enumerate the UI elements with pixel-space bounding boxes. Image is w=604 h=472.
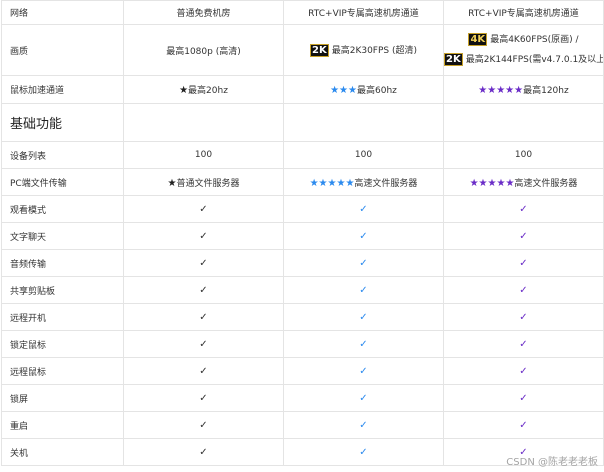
check-icon: ✓: [519, 365, 528, 377]
header-free-room: 普通免费机房: [123, 0, 284, 25]
check-icon: ✓: [359, 392, 368, 404]
check-icon: ✓: [359, 419, 368, 431]
check-icon: ✓: [359, 338, 368, 350]
star-icon: ★★★★★: [309, 177, 355, 189]
header-row: 网络 普通免费机房 RTC+VIP专属高速机房通道 RTC+VIP专属高速机房通…: [1, 0, 604, 25]
feature-label: 音频传输: [1, 249, 124, 277]
star-icon: ★★★★★: [478, 85, 524, 96]
4k-badge-icon: 4K: [468, 33, 488, 46]
feature-row: 文字聊天 ✓ ✓ ✓: [1, 222, 604, 250]
feature-label: 观看模式: [1, 195, 124, 223]
quality-vip-2: 4K 最高4K60FPS(原画) / 2K 最高2K144FPS(需v4.7.0.1…: [443, 24, 604, 76]
device-list-vip-1: 100: [283, 141, 444, 169]
star-icon: ★: [179, 85, 189, 96]
feature-row: 远程开机 ✓ ✓ ✓: [1, 303, 604, 331]
feature-label: 锁屏: [1, 384, 124, 412]
device-list-free: 100: [123, 141, 284, 169]
quality-free: 最高1080p (高清): [123, 24, 284, 76]
mouse-speed-row: 鼠标加速通道 ★最高20hz ★★★最高60hz ★★★★★最高120hz: [1, 75, 604, 104]
check-icon: ✓: [359, 365, 368, 377]
check-icon: ✓: [199, 284, 208, 296]
feature-label: 远程鼠标: [1, 357, 124, 385]
mouse-speed-vip-1: ★★★最高60hz: [283, 75, 444, 104]
check-icon: ✓: [519, 392, 528, 404]
2k-badge-icon: 2K: [310, 44, 329, 57]
mouse-speed-free: ★最高20hz: [123, 75, 284, 104]
file-transfer-vip-2: ★★★★★高速文件服务器: [443, 168, 604, 196]
feature-row: 远程鼠标 ✓ ✓ ✓: [1, 357, 604, 385]
check-icon: ✓: [519, 338, 528, 350]
star-icon: ★★★★★: [469, 177, 515, 189]
feature-row: 重启 ✓ ✓ ✓: [1, 411, 604, 439]
check-icon: ✓: [359, 284, 368, 296]
device-list-row: 设备列表 100 100 100: [1, 141, 604, 169]
feature-label: 重启: [1, 411, 124, 439]
feature-row: 音频传输 ✓ ✓ ✓: [1, 249, 604, 277]
mouse-speed-vip-2-text: 最高120hz: [523, 86, 569, 96]
quality-vip-2-line1: 最高4K60FPS(原画) /: [490, 35, 579, 45]
mouse-speed-label: 鼠标加速通道: [1, 75, 124, 104]
check-icon: ✓: [359, 311, 368, 323]
check-icon: ✓: [359, 257, 368, 269]
device-list-vip-2: 100: [443, 141, 604, 169]
feature-row: 共享剪贴板 ✓ ✓ ✓: [1, 276, 604, 304]
check-icon: ✓: [519, 419, 528, 431]
feature-comparison-table: 网络 普通免费机房 RTC+VIP专属高速机房通道 RTC+VIP专属高速机房通…: [1, 0, 604, 466]
check-icon: ✓: [519, 230, 528, 242]
quality-row: 画质 最高1080p (高清) 2K 最高2K30FPS (超清) 4K 最高4K6…: [1, 24, 604, 76]
check-icon: ✓: [359, 446, 368, 458]
device-list-label: 设备列表: [1, 141, 124, 169]
feature-label: 共享剪贴板: [1, 276, 124, 304]
feature-label: 远程开机: [1, 303, 124, 331]
check-icon: ✓: [359, 203, 368, 215]
quality-vip-1: 2K 最高2K30FPS (超清): [283, 24, 444, 76]
header-network-label: 网络: [1, 0, 124, 25]
2k-badge-icon: 2K: [444, 53, 463, 66]
header-vip-room-1: RTC+VIP专属高速机房通道: [283, 0, 444, 25]
feature-row: 观看模式 ✓ ✓ ✓: [1, 195, 604, 223]
check-icon: ✓: [199, 392, 208, 404]
file-transfer-row: PC端文件传输 ★普通文件服务器 ★★★★★高速文件服务器 ★★★★★高速文件服…: [1, 168, 604, 196]
feature-label: 锁定鼠标: [1, 330, 124, 358]
mouse-speed-vip-2: ★★★★★最高120hz: [443, 75, 604, 104]
csdn-watermark: CSDN @陈老老老板: [506, 457, 598, 468]
check-icon: ✓: [519, 284, 528, 296]
check-icon: ✓: [199, 338, 208, 350]
quality-label: 画质: [1, 24, 124, 76]
file-transfer-vip-1: ★★★★★高速文件服务器: [283, 168, 444, 196]
file-transfer-free-text: 普通文件服务器: [176, 178, 240, 189]
section-basic-features: 基础功能: [1, 103, 604, 142]
file-transfer-label: PC端文件传输: [1, 168, 124, 196]
check-icon: ✓: [199, 203, 208, 215]
star-icon: ★★★: [330, 85, 357, 96]
quality-vip-2-line2: 最高2K144FPS(需v4.7.0.1及以上): [465, 55, 604, 65]
check-icon: ✓: [199, 230, 208, 242]
section-title: 基础功能: [1, 103, 124, 142]
file-transfer-vip-1-text: 高速文件服务器: [354, 178, 418, 189]
feature-row: 锁屏 ✓ ✓ ✓: [1, 384, 604, 412]
header-vip-room-2: RTC+VIP专属高速机房通道: [443, 0, 604, 25]
check-icon: ✓: [199, 365, 208, 377]
check-icon: ✓: [199, 311, 208, 323]
check-icon: ✓: [359, 230, 368, 242]
feature-label: 文字聊天: [1, 222, 124, 250]
check-icon: ✓: [199, 419, 208, 431]
file-transfer-vip-2-text: 高速文件服务器: [514, 178, 578, 189]
feature-label: 关机: [1, 438, 124, 466]
check-icon: ✓: [199, 257, 208, 269]
check-icon: ✓: [519, 203, 528, 215]
mouse-speed-vip-1-text: 最高60hz: [357, 86, 397, 96]
check-icon: ✓: [519, 257, 528, 269]
check-icon: ✓: [199, 446, 208, 458]
quality-vip-1-text: 最高2K30FPS (超清): [331, 46, 417, 56]
check-icon: ✓: [519, 311, 528, 323]
feature-row: 锁定鼠标 ✓ ✓ ✓: [1, 330, 604, 358]
mouse-speed-free-text: 最高20hz: [188, 86, 228, 96]
file-transfer-free: ★普通文件服务器: [123, 168, 284, 196]
